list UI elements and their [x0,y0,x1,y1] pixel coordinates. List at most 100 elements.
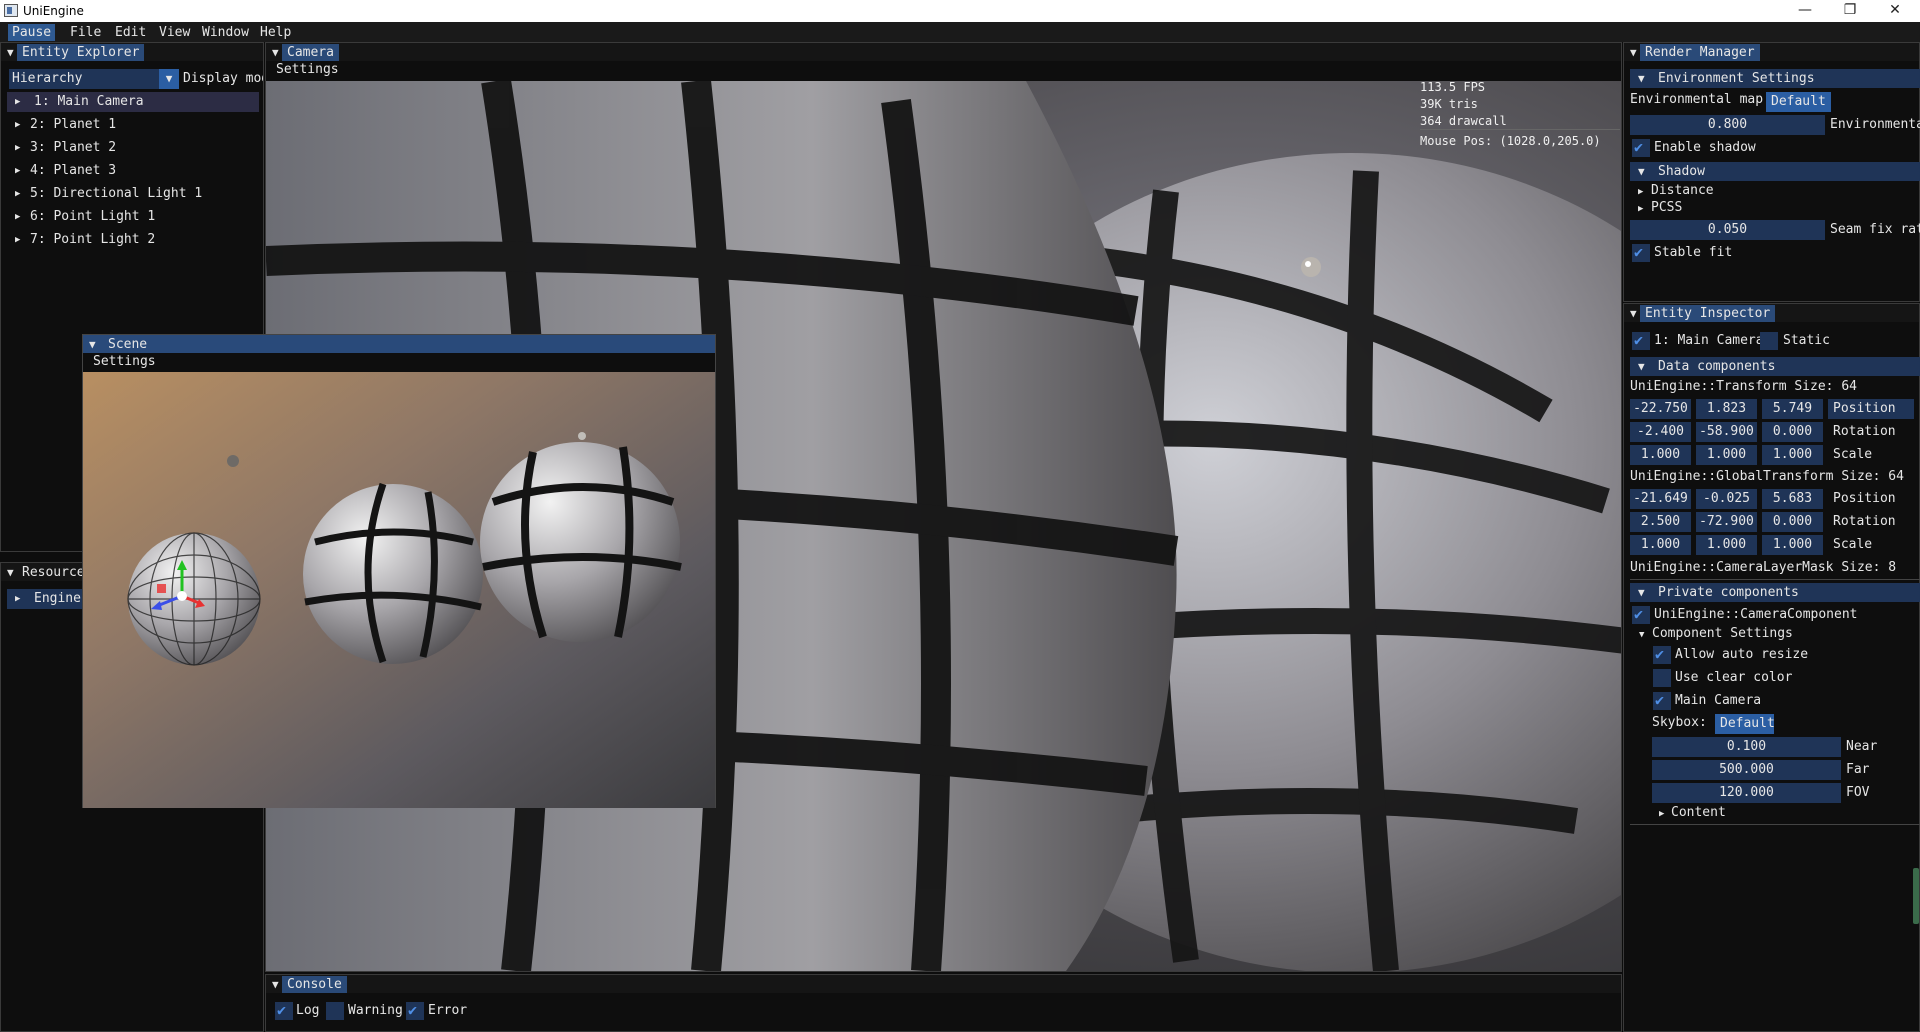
entity-item-point-light-1[interactable]: ▶ 6: Point Light 1 [7,207,259,227]
collapse-icon[interactable]: ▼ [1630,307,1637,320]
scene-render-image[interactable] [83,372,715,808]
entity-item-planet-1[interactable]: ▶ 2: Planet 1 [7,115,259,135]
content-tree-node[interactable]: Content [1671,804,1726,822]
transform-rotation-z[interactable]: 0.000 [1762,422,1823,442]
seam-fix-slider[interactable]: 0.050 [1630,220,1825,240]
global-scale-y[interactable]: 1.000 [1696,535,1757,555]
transform-position-y[interactable]: 1.823 [1696,399,1757,419]
collapse-icon[interactable]: ▼ [1630,46,1637,59]
expand-icon[interactable]: ▶ [1638,187,1643,197]
global-position-x[interactable]: -21.649 [1630,489,1691,509]
menu-file[interactable]: File [66,24,105,41]
entity-item-directional-light[interactable]: ▶ 5: Directional Light 1 [7,184,259,204]
collapse-icon[interactable]: ▼ [7,566,14,579]
static-checkbox[interactable] [1760,332,1778,350]
scene-settings-menu[interactable]: Settings [93,353,156,371]
expand-icon[interactable]: ▶ [1638,204,1643,214]
transform-scale-x[interactable]: 1.000 [1630,445,1691,465]
shadow-header[interactable]: ▼ Shadow [1630,162,1920,181]
entity-inspector-titlebar[interactable]: ▼ Entity Inspector [1624,304,1919,322]
error-checkbox[interactable] [406,1001,424,1020]
transform-position-z[interactable]: 5.749 [1762,399,1823,419]
entity-item-planet-2[interactable]: ▶ 3: Planet 2 [7,138,259,158]
collapse-icon[interactable]: ▼ [1638,162,1645,181]
near-slider[interactable]: 0.100 [1652,737,1841,757]
minimize-button[interactable]: — [1782,0,1828,22]
resource-title[interactable]: Resource [17,564,90,581]
menu-window[interactable]: Window [198,24,253,41]
component-settings-tree-node[interactable]: Component Settings [1652,625,1793,643]
pcss-tree-node[interactable]: PCSS [1651,199,1682,217]
transform-scale-z[interactable]: 1.000 [1762,445,1823,465]
restore-button[interactable]: ❐ [1827,0,1873,22]
fov-slider[interactable]: 120.000 [1652,783,1841,803]
menu-help[interactable]: Help [256,24,295,41]
expand-icon[interactable]: ▶ [15,207,20,227]
camera-title[interactable]: Camera [282,44,339,61]
transform-position-x[interactable]: -22.750 [1630,399,1691,419]
stable-fit-checkbox[interactable] [1632,243,1650,262]
collapse-icon[interactable]: ▼ [1639,630,1644,640]
enable-shadow-checkbox[interactable] [1632,138,1650,157]
transform-rotation-x[interactable]: -2.400 [1630,422,1691,442]
global-rotation-z[interactable]: 0.000 [1762,512,1823,532]
transform-rotation-y[interactable]: -58.900 [1696,422,1757,442]
log-checkbox[interactable] [275,1001,293,1020]
display-mode-dropdown[interactable]: Hierarchy ▼ [9,69,179,89]
warning-checkbox[interactable] [326,1002,344,1020]
render-manager-title[interactable]: Render Manager [1640,44,1760,61]
collapse-icon[interactable]: ▼ [1638,69,1645,88]
far-slider[interactable]: 500.000 [1652,760,1841,780]
collapse-icon[interactable]: ▼ [7,46,14,59]
entity-inspector-title[interactable]: Entity Inspector [1640,305,1776,322]
expand-icon[interactable]: ▶ [15,92,20,112]
collapse-icon[interactable]: ▼ [89,338,96,351]
menu-edit[interactable]: Edit [111,24,150,41]
scene-title[interactable]: Scene [103,336,152,353]
chevron-down-icon[interactable]: ▼ [159,69,179,89]
env-map-button[interactable]: Default [1766,92,1831,112]
expand-icon[interactable]: ▶ [15,184,20,204]
entity-item-planet-3[interactable]: ▶ 4: Planet 3 [7,161,259,181]
global-position-z[interactable]: 5.683 [1762,489,1823,509]
distance-tree-node[interactable]: Distance [1651,182,1714,200]
scrollbar-handle[interactable] [1913,868,1919,924]
close-button[interactable]: ✕ [1872,0,1918,22]
entity-item-main-camera[interactable]: ▶ 1: Main Camera [7,92,259,112]
scene-viewport[interactable] [83,372,715,808]
main-camera-checkbox[interactable] [1653,691,1671,710]
env-intensity-slider[interactable]: 0.800 [1630,115,1825,135]
entity-item-point-light-2[interactable]: ▶ 7: Point Light 2 [7,230,259,250]
collapse-icon[interactable]: ▼ [1638,583,1645,602]
transform-scale-y[interactable]: 1.000 [1696,445,1757,465]
console-titlebar[interactable]: ▼ Console [266,975,1621,993]
data-components-header[interactable]: ▼ Data components [1630,357,1920,376]
scene-titlebar[interactable]: ▼ Scene [83,335,715,353]
use-clear-color-checkbox[interactable] [1653,669,1671,687]
global-scale-x[interactable]: 1.000 [1630,535,1691,555]
camera-titlebar[interactable]: ▼ Camera [266,43,1621,61]
menu-view[interactable]: View [155,24,194,41]
expand-icon[interactable]: ▶ [15,230,20,250]
expand-icon[interactable]: ▶ [15,138,20,158]
expand-icon[interactable]: ▶ [15,589,20,609]
allow-auto-resize-checkbox[interactable] [1653,645,1671,664]
collapse-icon[interactable]: ▼ [272,46,279,59]
global-rotation-x[interactable]: 2.500 [1630,512,1691,532]
collapse-icon[interactable]: ▼ [1638,357,1645,376]
entity-explorer-titlebar[interactable]: ▼ Entity Explorer [1,43,263,61]
entity-explorer-title[interactable]: Entity Explorer [17,44,145,61]
private-components-header[interactable]: ▼ Private components [1630,583,1920,602]
global-scale-z[interactable]: 1.000 [1762,535,1823,555]
expand-icon[interactable]: ▶ [1659,809,1664,819]
menu-pause[interactable]: Pause [8,24,56,41]
camera-settings-menu[interactable]: Settings [276,61,339,79]
global-rotation-y[interactable]: -72.900 [1696,512,1757,532]
expand-icon[interactable]: ▶ [15,115,20,135]
camera-component-checkbox[interactable] [1632,605,1650,624]
console-title[interactable]: Console [282,976,347,993]
expand-icon[interactable]: ▶ [15,161,20,181]
skybox-button[interactable]: Default [1715,714,1775,734]
collapse-icon[interactable]: ▼ [272,978,279,991]
render-manager-titlebar[interactable]: ▼ Render Manager [1624,43,1919,61]
